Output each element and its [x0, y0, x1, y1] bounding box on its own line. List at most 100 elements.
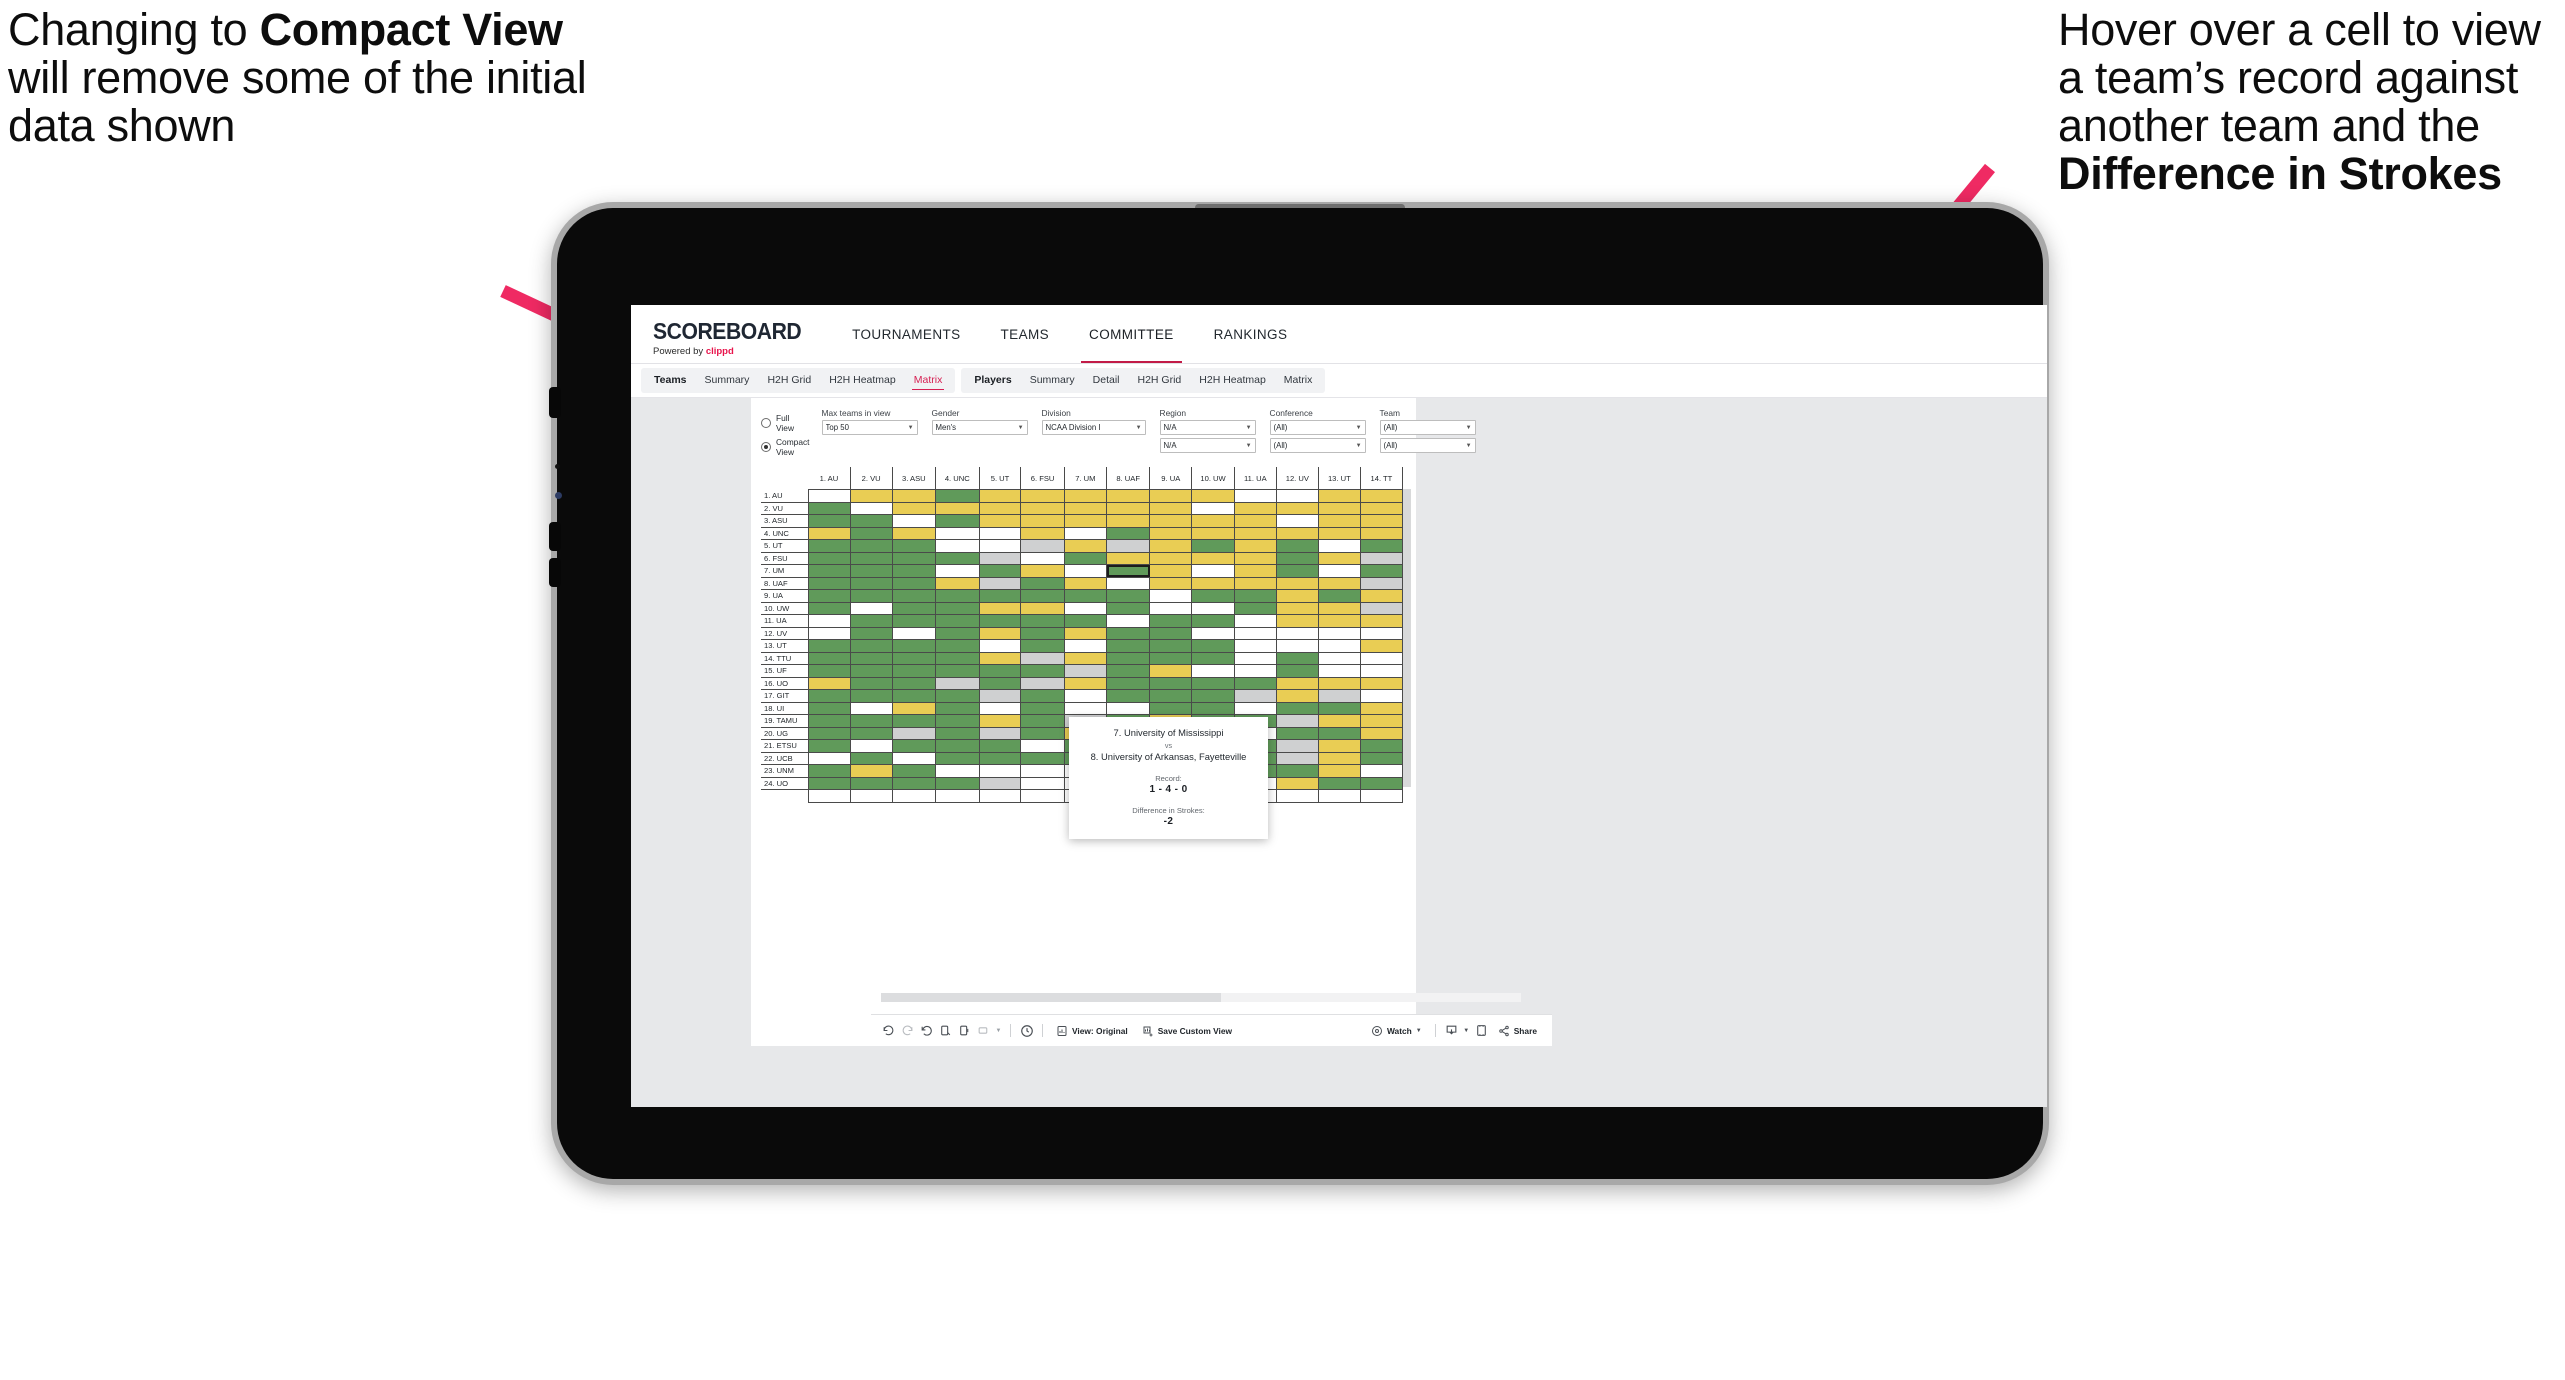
matrix-cell[interactable]: [1317, 776, 1361, 790]
matrix-cell[interactable]: [1106, 514, 1151, 528]
matrix-cell[interactable]: [891, 526, 936, 540]
matrix-cell[interactable]: [1317, 751, 1361, 765]
matrix-cell[interactable]: [934, 539, 980, 553]
matrix-cell[interactable]: [1317, 526, 1361, 540]
watch-button[interactable]: Watch ▼: [1364, 1025, 1429, 1037]
matrix-cell[interactable]: [978, 776, 1022, 790]
matrix-cell[interactable]: [1317, 501, 1361, 515]
matrix-cell[interactable]: [1020, 514, 1065, 528]
matrix-cell[interactable]: [1191, 689, 1235, 703]
matrix-cell[interactable]: [978, 701, 1022, 715]
matrix-cell[interactable]: [1020, 714, 1065, 728]
tablet-button-top[interactable]: [549, 387, 561, 418]
matrix-cell[interactable]: [1317, 564, 1361, 578]
matrix-cell[interactable]: [1020, 726, 1065, 740]
matrix-cell[interactable]: [934, 526, 980, 540]
matrix-cell[interactable]: [1191, 664, 1235, 678]
matrix-cell[interactable]: [1063, 676, 1108, 690]
matrix-cell[interactable]: [849, 526, 893, 540]
matrix-cell[interactable]: [891, 551, 936, 565]
matrix-cell[interactable]: [1233, 701, 1277, 715]
matrix-cell[interactable]: [1191, 526, 1235, 540]
matrix-column-header[interactable]: 10. UW: [1191, 467, 1235, 490]
matrix-cell[interactable]: [849, 739, 893, 753]
matrix-cell[interactable]: [1191, 589, 1235, 603]
matrix-row-label[interactable]: 22. UCB: [761, 752, 809, 765]
matrix-column-header[interactable]: 7. UM: [1064, 467, 1108, 490]
matrix-cell[interactable]: [1149, 589, 1193, 603]
matrix-cell[interactable]: [1063, 701, 1108, 715]
matrix-cell[interactable]: [1275, 751, 1319, 765]
matrix-row-label[interactable]: 13. UT: [761, 639, 809, 653]
matrix-cell[interactable]: [849, 564, 893, 578]
redo-icon[interactable]: [898, 1021, 917, 1040]
matrix-cell[interactable]: [849, 601, 893, 615]
matrix-cell[interactable]: [1317, 701, 1361, 715]
matrix-cell[interactable]: [1149, 701, 1193, 715]
matrix-cell[interactable]: [1317, 489, 1361, 503]
subnav-players-matrix[interactable]: Matrix: [1275, 368, 1322, 393]
matrix-row-label[interactable]: 14. TTU: [761, 652, 809, 665]
matrix-cell[interactable]: [849, 551, 893, 565]
matrix-cell[interactable]: [1233, 526, 1277, 540]
matrix-cell[interactable]: [1020, 764, 1065, 778]
matrix-cell[interactable]: [1063, 614, 1108, 628]
matrix-cell[interactable]: [1063, 564, 1108, 578]
matrix-cell[interactable]: [1106, 651, 1151, 665]
matrix-cell[interactable]: [978, 576, 1022, 590]
matrix-row-label[interactable]: 20. UG: [761, 727, 809, 740]
matrix-cell[interactable]: [1149, 664, 1193, 678]
matrix-cell[interactable]: [1359, 664, 1404, 678]
matrix-cell[interactable]: [849, 501, 893, 515]
matrix-cell[interactable]: [1275, 626, 1319, 640]
matrix-row-label[interactable]: 15. UF: [761, 664, 809, 678]
matrix-cell[interactable]: [934, 664, 980, 678]
matrix-cell[interactable]: [1275, 489, 1319, 503]
matrix-cell[interactable]: [1275, 701, 1319, 715]
matrix-cell[interactable]: [807, 576, 851, 590]
filter-region-select-1[interactable]: N/A ▼: [1159, 420, 1256, 435]
matrix-cell[interactable]: [849, 539, 893, 553]
matrix-cell[interactable]: [1233, 651, 1277, 665]
matrix-cell[interactable]: [807, 501, 851, 515]
matrix-cell[interactable]: [891, 489, 936, 503]
matrix-cell[interactable]: [891, 739, 936, 753]
matrix-cell[interactable]: [891, 501, 936, 515]
scrollbar-thumb[interactable]: [881, 993, 1221, 1002]
matrix-cell[interactable]: [1106, 551, 1151, 565]
matrix-column-header[interactable]: 6. FSU: [1020, 467, 1065, 490]
matrix-cell[interactable]: [934, 764, 980, 778]
matrix-cell[interactable]: [1359, 689, 1404, 703]
matrix-cell[interactable]: [1233, 551, 1277, 565]
matrix-cell[interactable]: [978, 726, 1022, 740]
matrix-cell[interactable]: [1233, 514, 1277, 528]
matrix-row-label[interactable]: 18. UI: [761, 702, 809, 715]
matrix-cell[interactable]: [1063, 526, 1108, 540]
matrix-cell[interactable]: [807, 664, 851, 678]
matrix-cell[interactable]: [978, 614, 1022, 628]
matrix-cell[interactable]: [1359, 514, 1404, 528]
matrix-cell[interactable]: [1106, 539, 1151, 553]
filter-max-teams-select[interactable]: Top 50 ▼: [821, 420, 918, 435]
matrix-cell[interactable]: [1063, 576, 1108, 590]
matrix-cell[interactable]: [1149, 526, 1193, 540]
matrix-cell[interactable]: [891, 539, 936, 553]
matrix-cell[interactable]: [1149, 614, 1193, 628]
matrix-cell[interactable]: [978, 764, 1022, 778]
matrix-cell[interactable]: [1149, 601, 1193, 615]
tablet-volume-up[interactable]: [549, 522, 561, 551]
matrix-column-header[interactable]: 4. UNC: [935, 467, 980, 490]
matrix-cell[interactable]: [807, 764, 851, 778]
matrix-cell[interactable]: [1359, 676, 1404, 690]
matrix-cell[interactable]: [934, 676, 980, 690]
matrix-cell[interactable]: [891, 626, 936, 640]
matrix-cell[interactable]: [934, 739, 980, 753]
matrix-cell[interactable]: [1149, 626, 1193, 640]
matrix-cell[interactable]: [934, 551, 980, 565]
matrix-cell[interactable]: [1275, 639, 1319, 653]
brand-logo[interactable]: SCOREBOARD Powered by clippd: [631, 305, 832, 363]
matrix-cell[interactable]: [807, 539, 851, 553]
matrix-cell[interactable]: [1191, 576, 1235, 590]
undo-icon[interactable]: [879, 1021, 898, 1040]
matrix-column-header[interactable]: 1. AU: [808, 467, 851, 490]
